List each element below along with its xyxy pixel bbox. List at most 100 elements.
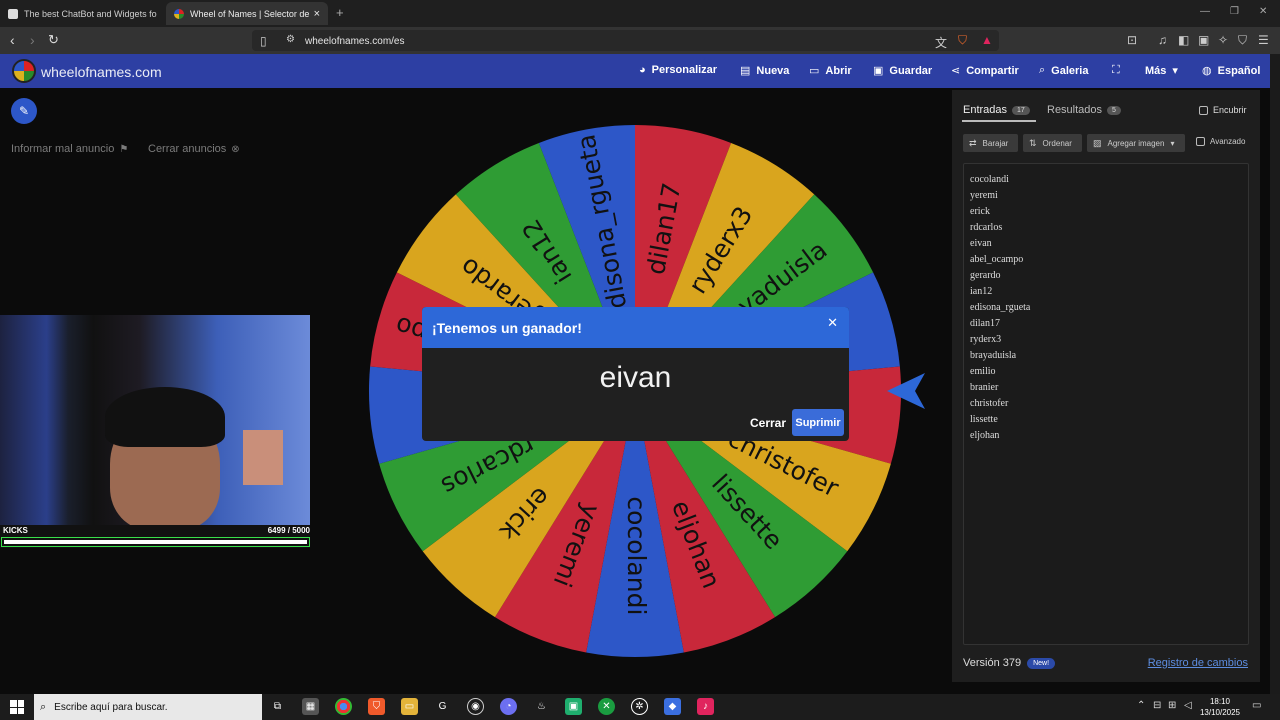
- menu-save[interactable]: ▣ Guardar: [873, 64, 932, 78]
- flag-icon: ⚑: [119, 143, 129, 155]
- hide-checkbox[interactable]: Encubrir: [1199, 105, 1247, 115]
- discord-icon[interactable]: ◔: [500, 698, 517, 715]
- new-tab-button[interactable]: +: [336, 5, 344, 20]
- menu-gallery[interactable]: ⌕ Galeria: [1039, 64, 1088, 77]
- file-explorer-icon[interactable]: ▭: [401, 698, 418, 715]
- brave-rewards-icon[interactable]: ▲: [981, 33, 993, 47]
- brave-shields-icon[interactable]: ⛉: [958, 33, 967, 48]
- entry-line: yeremi: [970, 190, 998, 201]
- xbox-icon[interactable]: ✕: [598, 698, 615, 715]
- close-ads-link[interactable]: Cerrar anuncios ⊗: [148, 143, 240, 155]
- tab-entries[interactable]: Entradas 17: [963, 104, 1030, 116]
- wheel-logo-icon[interactable]: [12, 59, 36, 83]
- tiktok-icon[interactable]: ♪: [697, 698, 714, 715]
- search-icon: ⌕: [40, 700, 47, 713]
- close-window-icon[interactable]: ✕: [1259, 6, 1267, 17]
- page-scrollbar[interactable]: [1270, 54, 1280, 694]
- settings-icon[interactable]: ✲: [631, 698, 648, 715]
- system-clock[interactable]: 18:10 13/10/2025: [1198, 696, 1242, 718]
- tab-results[interactable]: Resultados 5: [1047, 104, 1121, 116]
- results-count-badge: 5: [1107, 105, 1121, 115]
- menu-share[interactable]: ⋖ Compartir: [951, 64, 1019, 78]
- edit-pencil-button[interactable]: ✎: [11, 98, 37, 124]
- entry-line: gerardo: [970, 270, 1001, 281]
- entries-count-badge: 17: [1012, 105, 1030, 115]
- sort-button[interactable]: ⇅ Ordenar: [1023, 134, 1082, 152]
- notifications-icon[interactable]: ▭: [1252, 700, 1261, 711]
- media-icon[interactable]: ♫: [1158, 33, 1167, 47]
- chrome-icon[interactable]: [335, 698, 352, 715]
- obs-icon[interactable]: ◉: [467, 698, 484, 715]
- network-icon[interactable]: ⊞: [1168, 700, 1176, 711]
- vpn-icon[interactable]: ⛉: [1238, 33, 1247, 48]
- taskbar-search[interactable]: ⌕ Escribe aquí para buscar.: [34, 694, 262, 720]
- sidebar-icon[interactable]: ◧: [1178, 33, 1189, 47]
- brand-name[interactable]: wheelofnames.com: [41, 64, 162, 80]
- entry-line: dilan17: [970, 318, 1000, 329]
- close-button[interactable]: Cerrar: [750, 416, 786, 430]
- address-bar[interactable]: ▯ ⚙ wheelofnames.com/es 文 ⛉ ▲: [252, 30, 999, 51]
- site-info-icon[interactable]: ⚙: [286, 34, 295, 45]
- bookmark-icon[interactable]: ▯: [260, 34, 267, 48]
- tab-title: The best ChatBot and Widgets for Kick: [24, 8, 157, 19]
- chatbot-favicon-icon: [8, 8, 18, 19]
- entry-line: erick: [970, 206, 990, 217]
- wall-poster: [243, 430, 283, 485]
- steam-icon[interactable]: ♨: [533, 698, 550, 715]
- forward-icon[interactable]: ›: [30, 32, 35, 48]
- url-text: wheelofnames.com/es: [305, 36, 405, 47]
- entries-textarea[interactable]: cocolandi yeremi erick rdcarlos eivan abel_oc…: [963, 163, 1249, 645]
- reload-icon[interactable]: ↻: [48, 32, 59, 48]
- shuffle-button[interactable]: ⇄ Barajar: [963, 134, 1018, 152]
- tray-chevron-up-icon[interactable]: ⌃: [1137, 700, 1145, 711]
- file-icon: ▤: [740, 65, 751, 77]
- streamer-webcam: [0, 315, 310, 525]
- winner-dialog: ¡Tenemos un ganador! ✕ eivan Cerrar Supr…: [422, 307, 849, 441]
- wallet-icon[interactable]: ▣: [1198, 33, 1209, 47]
- menu-open[interactable]: ▭ Abrir: [809, 64, 852, 78]
- entry-line: ian12: [970, 286, 993, 297]
- remove-button[interactable]: Suprimir: [792, 409, 844, 436]
- kicks-count: 6499 / 5000: [267, 526, 310, 535]
- windows-start-icon[interactable]: [10, 700, 24, 714]
- restore-icon[interactable]: ❐: [1230, 6, 1239, 17]
- new-badge: New!: [1027, 657, 1056, 669]
- back-icon[interactable]: ‹: [10, 32, 15, 48]
- translate-icon[interactable]: 文: [935, 34, 947, 51]
- close-tab-icon[interactable]: ×: [314, 8, 320, 20]
- app-g-icon[interactable]: G: [434, 698, 451, 715]
- clock-time: 18:10: [1209, 697, 1231, 706]
- close-circle-icon: ⊗: [231, 143, 240, 155]
- green-app-icon[interactable]: ▣: [565, 698, 582, 715]
- tab-title: Wheel of Names | Selector de nombres: [190, 8, 310, 19]
- brave-icon[interactable]: ⛉: [368, 698, 385, 715]
- volume-icon[interactable]: ◁: [1184, 700, 1192, 711]
- browser-tab-chatbot[interactable]: The best ChatBot and Widgets for Kick: [0, 2, 165, 25]
- tray-app-icon[interactable]: ⊟: [1153, 700, 1161, 711]
- close-icon[interactable]: ✕: [827, 315, 838, 331]
- palette-icon: ◕: [639, 64, 646, 76]
- menu-more[interactable]: Más ▾: [1145, 64, 1178, 78]
- windows-taskbar: ⌕ Escribe aquí para buscar. ⧉ ▦ ⛉ ▭ G ◉ ◔…: [0, 694, 1280, 720]
- fullscreen-button[interactable]: ⛶: [1112, 64, 1126, 77]
- browser-tab-wheel[interactable]: Wheel of Names | Selector de nombres ×: [166, 2, 328, 25]
- pencil-icon: ✎: [18, 104, 30, 118]
- menu-new[interactable]: ▤ Nueva: [740, 64, 789, 78]
- roblox-icon[interactable]: ◆: [664, 698, 681, 715]
- image-icon: ▨: [1093, 137, 1102, 148]
- app-header: wheelofnames.com ◕ Personalizar ▤ Nueva ▭ A…: [0, 54, 1270, 88]
- menu-language[interactable]: ◍ Español: [1202, 64, 1260, 78]
- minimize-icon[interactable]: —: [1200, 6, 1210, 17]
- menu-customize[interactable]: ◕ Personalizar: [639, 64, 717, 76]
- add-image-button[interactable]: ▨ Agregar imagen ▾: [1087, 134, 1185, 152]
- menu-icon[interactable]: ☰: [1258, 33, 1269, 47]
- screenshot-icon[interactable]: ⊡: [1127, 33, 1137, 47]
- store-icon[interactable]: ▦: [302, 698, 319, 715]
- task-view-icon[interactable]: ⧉: [269, 698, 286, 715]
- share-icon: ⋖: [951, 65, 961, 77]
- leo-ai-icon[interactable]: ✧: [1218, 33, 1228, 47]
- fullscreen-icon: ⛶: [1112, 64, 1120, 76]
- changelog-link[interactable]: Registro de cambios: [1148, 657, 1248, 669]
- advanced-checkbox[interactable]: Avanzado: [1196, 137, 1245, 146]
- report-ad-link[interactable]: Informar mal anuncio ⚑: [11, 143, 128, 155]
